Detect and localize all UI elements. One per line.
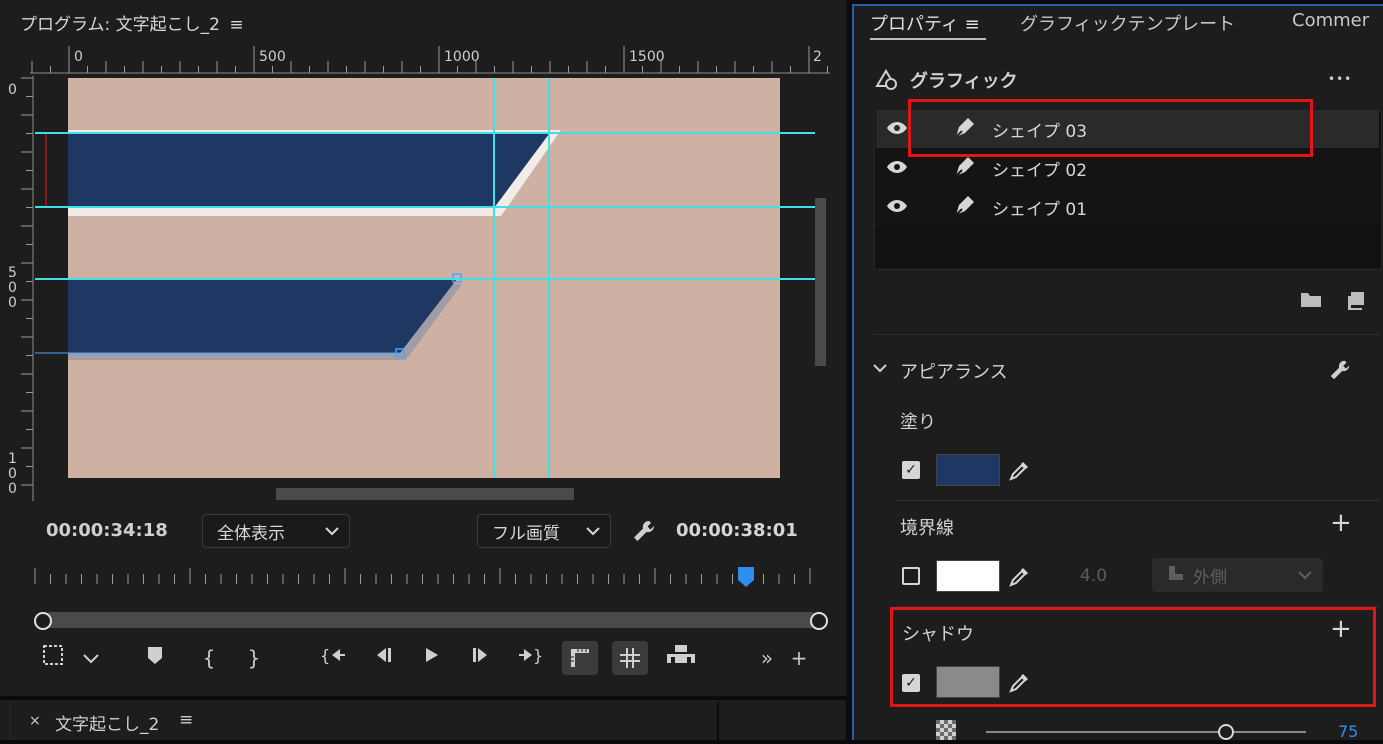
stroke-position-value: 外側 [1193, 567, 1227, 588]
chevron-down-icon[interactable] [76, 643, 106, 673]
stroke-width-value[interactable]: 4.0 [1080, 566, 1107, 586]
eyedropper-icon[interactable] [1008, 458, 1032, 486]
zoom-value: 全体表示 [217, 523, 285, 544]
add-marker-icon[interactable] [140, 643, 170, 673]
quality-value: フル画質 [492, 523, 560, 544]
graphic-section-title: グラフィック [910, 71, 1018, 92]
timeline-tab-label: 文字起こし_2 [55, 715, 160, 735]
step-forward-icon[interactable] [466, 643, 496, 673]
highlight-box-layer [908, 99, 1313, 157]
more-options-icon[interactable]: ••• [1328, 72, 1352, 86]
show-rulers-icon[interactable] [562, 641, 598, 675]
guide-horizontal-1[interactable] [35, 132, 815, 134]
layer-row-shape-01[interactable]: シェイプ 01 [876, 189, 1379, 226]
stroke-outside-icon [1167, 564, 1185, 587]
layer-name: シェイプ 01 [992, 200, 1088, 220]
step-back-icon[interactable] [368, 643, 398, 673]
tab-comments[interactable]: Commer [1292, 10, 1370, 31]
panel-menu-icon[interactable]: ≡ [965, 14, 980, 35]
go-to-out-icon[interactable]: } [516, 643, 546, 673]
graphic-shapes-icon [874, 66, 900, 96]
quality-dropdown[interactable]: フル画質 [477, 514, 611, 548]
guide-vertical-1[interactable] [493, 78, 495, 478]
chevron-down-icon [586, 521, 600, 541]
zoom-dropdown[interactable]: 全体表示 [202, 514, 350, 548]
playhead-icon[interactable] [737, 566, 755, 588]
tab-graphic-templates[interactable]: グラフィックテンプレート [1020, 10, 1235, 36]
export-frame-icon[interactable] [664, 643, 698, 673]
canvas-shapes-layer [35, 130, 561, 360]
zoom-handle-left[interactable] [34, 612, 52, 630]
mark-out-icon[interactable]: } [239, 643, 269, 673]
wrench-icon[interactable] [1328, 358, 1352, 386]
show-guides-icon[interactable] [612, 641, 648, 675]
svg-text:}: } [533, 646, 543, 665]
vertical-scrollbar[interactable] [815, 198, 826, 366]
tab-properties-label: プロパティ [870, 14, 959, 35]
eye-icon[interactable] [886, 198, 908, 218]
timeline-tab[interactable]: × 文字起こし_2 ≡ [10, 702, 719, 740]
pen-tool-icon [952, 192, 978, 223]
panel-menu-icon[interactable]: ≡ [179, 710, 193, 730]
guide-horizontal-2[interactable] [35, 206, 815, 208]
chevron-down-icon [325, 521, 339, 541]
shape-02 [68, 279, 457, 353]
safe-margins-icon[interactable] [38, 643, 68, 673]
fill-label: 塗り [900, 412, 936, 433]
tab-properties[interactable]: プロパティ ≡ [870, 10, 980, 36]
current-timecode[interactable]: 00:00:34:18 [46, 520, 168, 541]
fill-color-swatch[interactable] [936, 454, 1000, 486]
stroke-position-dropdown[interactable]: 外側 [1152, 558, 1323, 592]
highlight-box-shadow [890, 607, 1376, 707]
play-icon[interactable] [416, 643, 446, 673]
section-divider [896, 500, 1380, 501]
horizontal-scrollbar[interactable] [276, 488, 574, 500]
button-editor-plus-icon[interactable]: + [784, 643, 814, 673]
active-tab-underline [870, 38, 986, 40]
time-ruler[interactable] [30, 564, 830, 588]
secondary-tab-area [720, 702, 846, 740]
new-layer-icon[interactable] [1346, 290, 1366, 314]
svg-text:{: { [320, 646, 330, 665]
appearance-title: アピアランス [900, 362, 1008, 383]
go-to-in-icon[interactable]: { [318, 643, 348, 673]
chevron-down-icon [1298, 565, 1312, 585]
mark-in-icon[interactable]: { [194, 643, 224, 673]
guide-horizontal-3[interactable] [35, 278, 815, 280]
add-stroke-plus-icon[interactable]: + [1330, 508, 1352, 538]
chevron-down-icon[interactable] [872, 360, 888, 379]
eyedropper-icon[interactable] [1008, 564, 1032, 592]
opacity-checker-icon [936, 720, 956, 744]
eye-icon[interactable] [886, 159, 908, 179]
stroke-checkbox[interactable] [902, 567, 920, 585]
duration-timecode: 00:00:38:01 [676, 520, 798, 541]
new-group-folder-icon[interactable] [1300, 290, 1322, 312]
guide-vertical-2[interactable] [548, 78, 550, 478]
eye-icon[interactable] [886, 120, 908, 140]
zoom-scroll-bar[interactable] [42, 612, 819, 628]
section-divider [874, 334, 1380, 335]
fill-checkbox[interactable]: ✓ [902, 461, 920, 479]
shape-03 [68, 134, 549, 208]
close-icon[interactable]: × [29, 713, 41, 729]
shadow-opacity-value[interactable]: 75 [1338, 722, 1358, 741]
zoom-handle-right[interactable] [810, 612, 828, 630]
layer-name: シェイプ 02 [992, 161, 1088, 181]
pen-tool-icon [952, 153, 978, 184]
stroke-label: 境界線 [900, 518, 954, 539]
more-controls-icon[interactable]: » [752, 643, 782, 673]
wrench-icon[interactable] [631, 518, 657, 548]
stroke-color-swatch[interactable] [936, 560, 1000, 592]
shadow-opacity-thumb[interactable] [1218, 724, 1234, 740]
shadow-opacity-slider[interactable] [986, 731, 1306, 733]
